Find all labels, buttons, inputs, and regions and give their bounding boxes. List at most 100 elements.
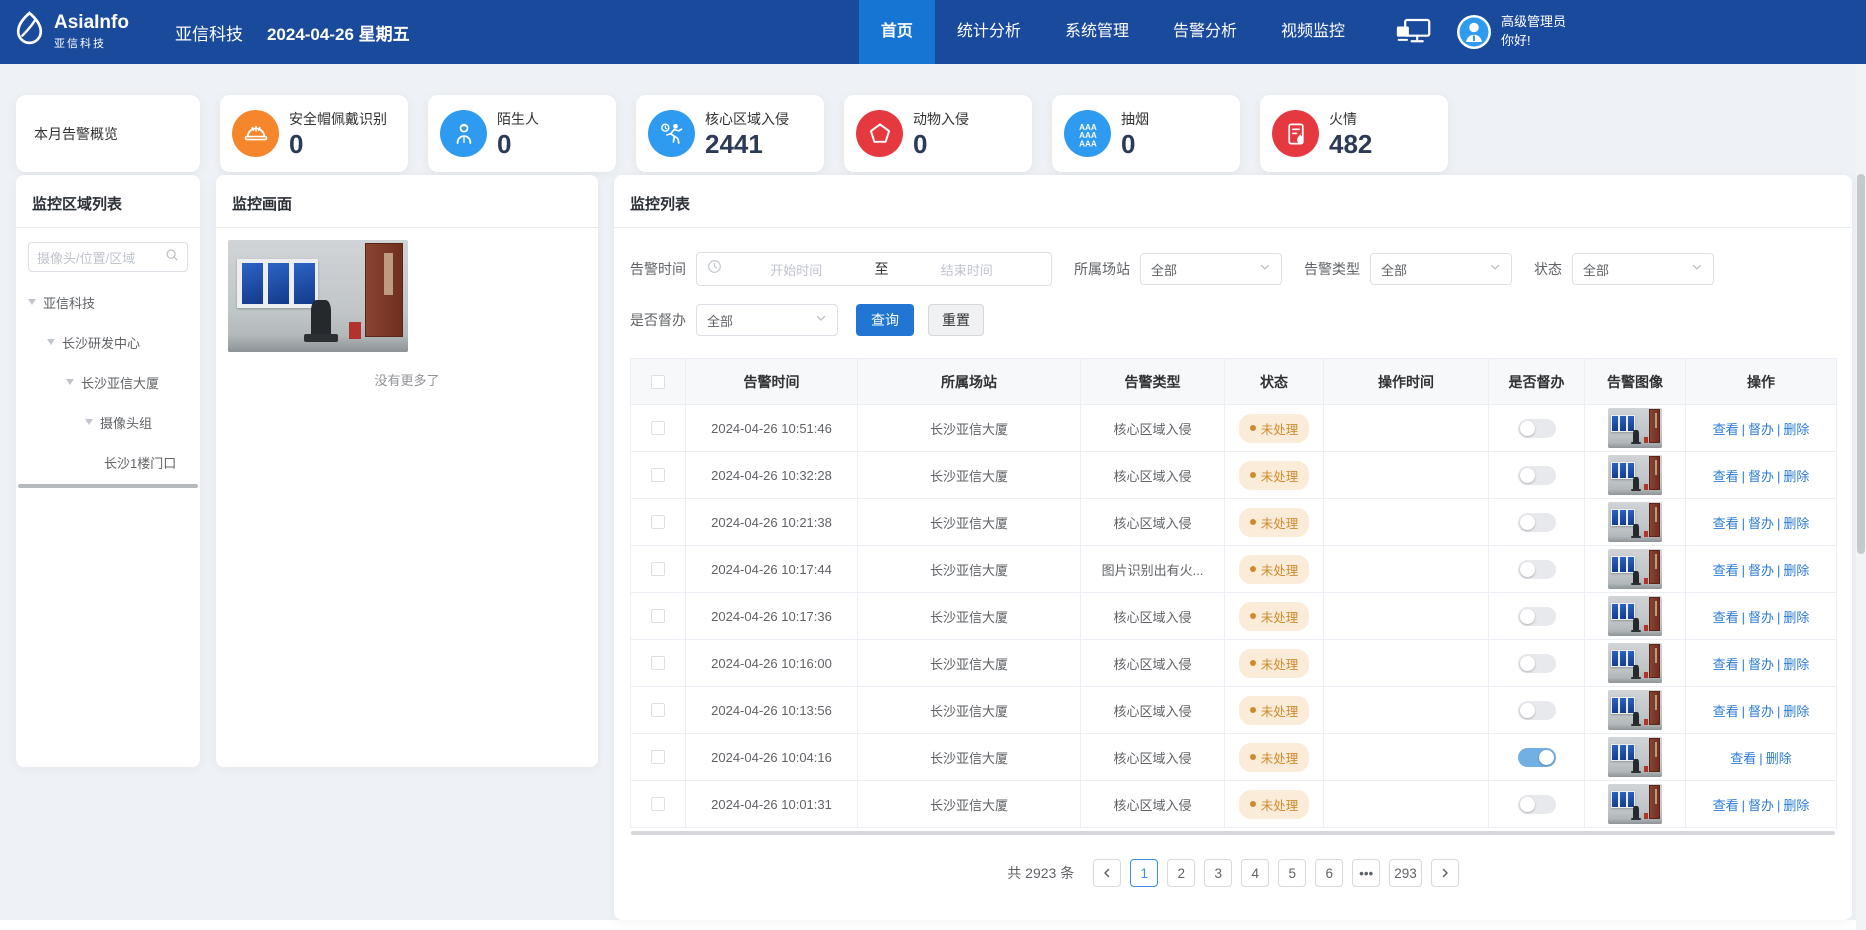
- tree-node-0[interactable]: 亚信科技: [16, 282, 200, 322]
- status-select[interactable]: 全部: [1572, 253, 1714, 285]
- nav-item-4[interactable]: 视频监控: [1259, 0, 1367, 64]
- pagination-ellipsis[interactable]: •••: [1352, 859, 1380, 887]
- select-all-checkbox[interactable]: [651, 375, 665, 389]
- row-checkbox[interactable]: [651, 421, 665, 435]
- alarm-image-thumbnail[interactable]: [1608, 502, 1662, 542]
- caret-down-icon[interactable]: [47, 339, 55, 345]
- action-link-1[interactable]: 督办: [1748, 704, 1774, 719]
- row-checkbox[interactable]: [651, 703, 665, 717]
- query-button[interactable]: 查询: [856, 304, 914, 336]
- action-link-1[interactable]: 督办: [1748, 469, 1774, 484]
- page-button-4[interactable]: 4: [1241, 859, 1269, 887]
- user-avatar[interactable]: [1456, 14, 1492, 50]
- nav-item-3[interactable]: 告警分析: [1151, 0, 1259, 64]
- action-link-2[interactable]: 删除: [1783, 704, 1809, 719]
- action-link-2[interactable]: 删除: [1783, 657, 1809, 672]
- row-checkbox[interactable]: [651, 750, 665, 764]
- supervise-toggle[interactable]: [1518, 748, 1556, 767]
- supervise-select[interactable]: 全部: [696, 304, 838, 336]
- alarm-image-thumbnail[interactable]: [1608, 596, 1662, 636]
- caret-down-icon[interactable]: [85, 419, 93, 425]
- supervise-toggle[interactable]: [1518, 419, 1556, 438]
- alarm-image-thumbnail[interactable]: [1608, 549, 1662, 589]
- status-badge: 未处理: [1239, 696, 1310, 725]
- action-link-0[interactable]: 查看: [1713, 516, 1739, 531]
- alarm-time-range-picker[interactable]: 开始时间 至 结束时间: [696, 252, 1052, 286]
- row-checkbox[interactable]: [651, 797, 665, 811]
- brand[interactable]: AsiaInfo 亚信科技: [0, 11, 129, 53]
- tree-node-1[interactable]: 长沙研发中心: [16, 322, 200, 362]
- supervise-toggle[interactable]: [1518, 560, 1556, 579]
- cell-alarm-image: [1585, 452, 1686, 499]
- pagination: 共 2923 条 123456•••293: [614, 859, 1852, 887]
- alarm-image-thumbnail[interactable]: [1608, 643, 1662, 683]
- tree-node-3[interactable]: 摄像头组: [16, 402, 200, 442]
- action-link-1[interactable]: 督办: [1748, 422, 1774, 437]
- action-link-1[interactable]: 督办: [1748, 563, 1774, 578]
- page-button-5[interactable]: 5: [1278, 859, 1306, 887]
- tree-horizontal-scrollbar[interactable]: [18, 484, 198, 488]
- page-button-2[interactable]: 2: [1167, 859, 1195, 887]
- region-search-input[interactable]: 摄像头/位置/区域: [28, 242, 188, 272]
- alarm-image-thumbnail[interactable]: [1608, 455, 1662, 495]
- supervise-toggle[interactable]: [1518, 795, 1556, 814]
- cell-checkbox: [631, 452, 686, 499]
- page-scrollbar[interactable]: [1856, 64, 1866, 930]
- action-link-2[interactable]: 删除: [1783, 469, 1809, 484]
- action-link-1[interactable]: 删除: [1766, 751, 1792, 766]
- nav-item-1[interactable]: 统计分析: [935, 0, 1043, 64]
- row-checkbox[interactable]: [651, 656, 665, 670]
- action-link-0[interactable]: 查看: [1713, 657, 1739, 672]
- nav-item-2[interactable]: 系统管理: [1043, 0, 1151, 64]
- camera-thumbnail[interactable]: [228, 240, 408, 352]
- station-select[interactable]: 全部: [1140, 253, 1282, 285]
- row-checkbox[interactable]: [651, 562, 665, 576]
- action-link-0[interactable]: 查看: [1713, 469, 1739, 484]
- action-link-2[interactable]: 删除: [1783, 563, 1809, 578]
- caret-down-icon[interactable]: [66, 379, 74, 385]
- action-link-2[interactable]: 删除: [1783, 610, 1809, 625]
- alarm-image-thumbnail[interactable]: [1608, 408, 1662, 448]
- action-link-0[interactable]: 查看: [1713, 422, 1739, 437]
- action-link-0[interactable]: 查看: [1713, 798, 1739, 813]
- action-link-0[interactable]: 查看: [1713, 704, 1739, 719]
- tree-node-4[interactable]: 长沙1楼门口: [16, 442, 200, 482]
- page-button-1[interactable]: 1: [1130, 859, 1158, 887]
- table-horizontal-scrollbar[interactable]: [631, 831, 1835, 835]
- tree-node-2[interactable]: 长沙亚信大厦: [16, 362, 200, 402]
- action-link-2[interactable]: 删除: [1783, 422, 1809, 437]
- action-link-1[interactable]: 督办: [1748, 798, 1774, 813]
- page-button-6[interactable]: 6: [1315, 859, 1343, 887]
- filters: 告警时间 开始时间 至 结束时间 所属场站 全部 告警类型 全部: [614, 252, 1852, 336]
- supervise-toggle[interactable]: [1518, 466, 1556, 485]
- action-link-0[interactable]: 查看: [1730, 751, 1756, 766]
- supervise-toggle[interactable]: [1518, 701, 1556, 720]
- page-button-293[interactable]: 293: [1389, 859, 1422, 887]
- caret-down-icon[interactable]: [28, 299, 36, 305]
- nav-item-0[interactable]: 首页: [859, 0, 935, 64]
- action-separator: |: [1739, 563, 1748, 578]
- monitor-screens-icon[interactable]: [1395, 18, 1432, 46]
- action-link-2[interactable]: 删除: [1783, 516, 1809, 531]
- row-checkbox[interactable]: [651, 515, 665, 529]
- supervise-toggle[interactable]: [1518, 513, 1556, 532]
- action-link-1[interactable]: 督办: [1748, 516, 1774, 531]
- row-checkbox[interactable]: [651, 468, 665, 482]
- row-checkbox[interactable]: [651, 609, 665, 623]
- action-link-1[interactable]: 督办: [1748, 657, 1774, 672]
- alarm-image-thumbnail[interactable]: [1608, 737, 1662, 777]
- action-link-1[interactable]: 督办: [1748, 610, 1774, 625]
- supervise-toggle[interactable]: [1518, 607, 1556, 626]
- alarm-image-thumbnail[interactable]: [1608, 784, 1662, 824]
- action-link-2[interactable]: 删除: [1783, 798, 1809, 813]
- reset-button[interactable]: 重置: [928, 304, 984, 336]
- supervise-toggle[interactable]: [1518, 654, 1556, 673]
- page-scrollbar-thumb[interactable]: [1857, 174, 1865, 554]
- alarm-image-thumbnail[interactable]: [1608, 690, 1662, 730]
- next-page-button[interactable]: [1431, 859, 1459, 887]
- page-button-3[interactable]: 3: [1204, 859, 1232, 887]
- action-link-0[interactable]: 查看: [1713, 563, 1739, 578]
- previous-page-button[interactable]: [1093, 859, 1121, 887]
- alarm-type-select[interactable]: 全部: [1370, 253, 1512, 285]
- action-link-0[interactable]: 查看: [1713, 610, 1739, 625]
